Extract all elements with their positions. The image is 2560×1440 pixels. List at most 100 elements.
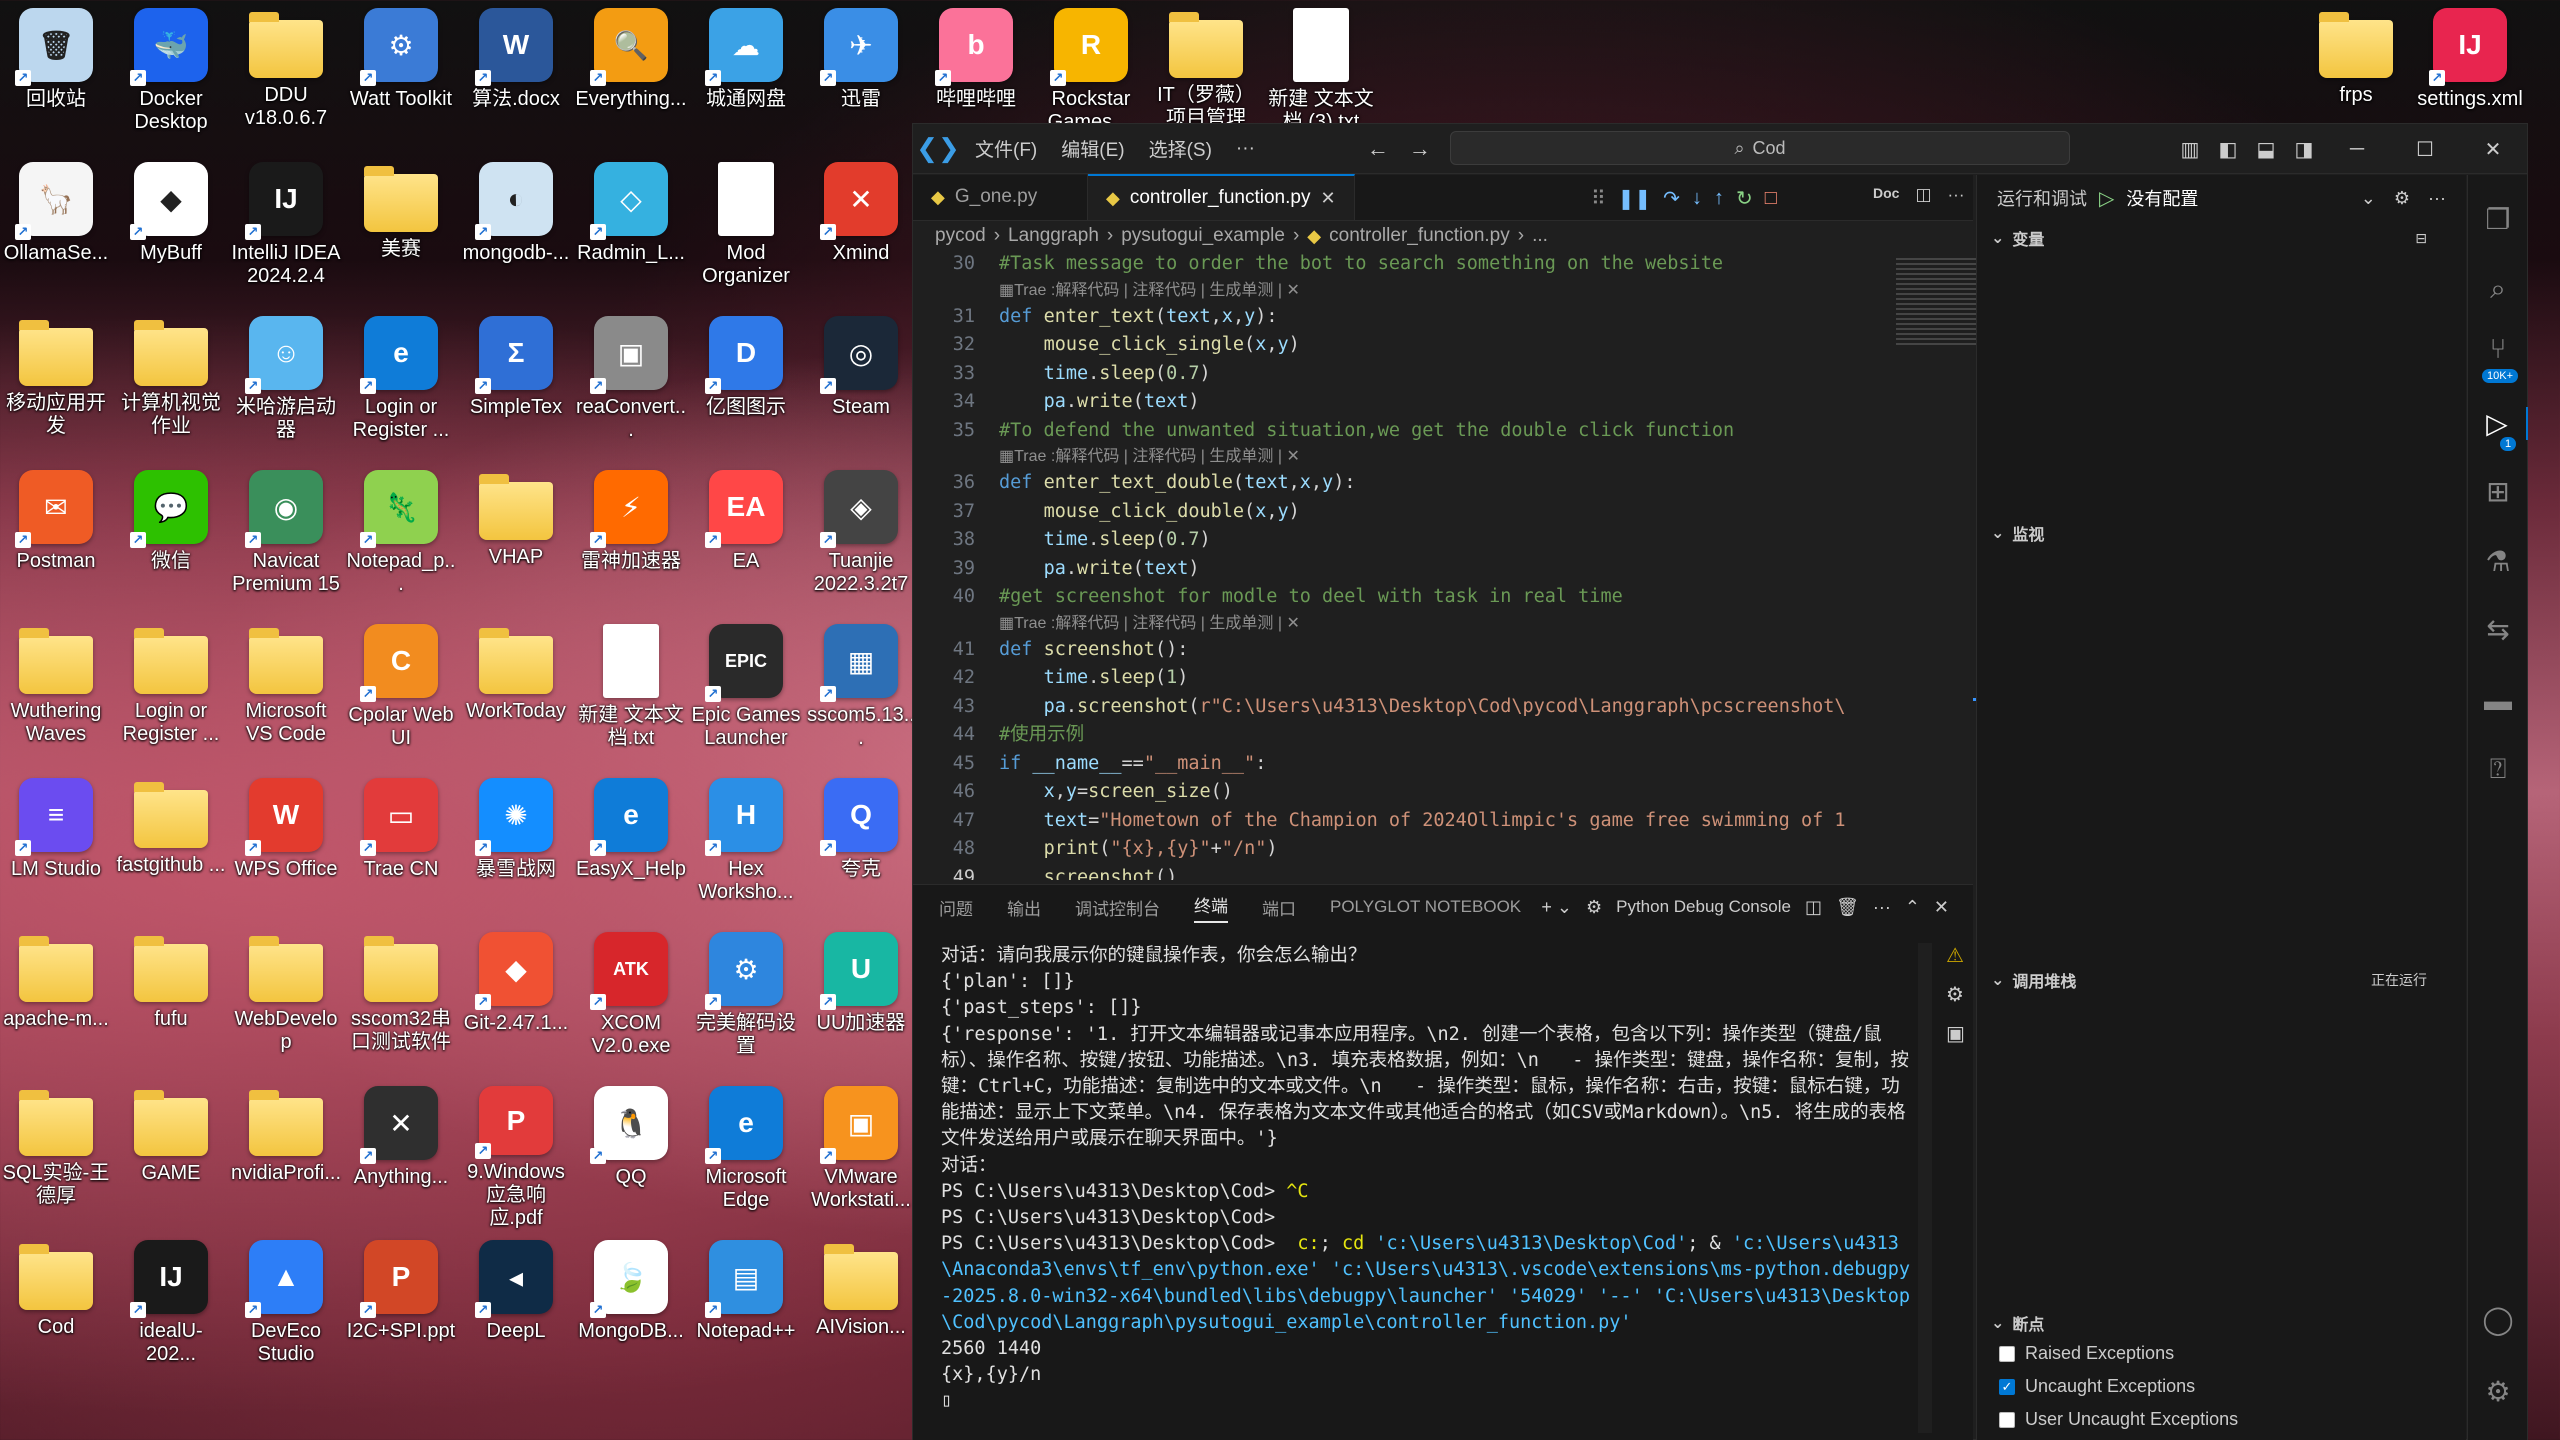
- terminal-name[interactable]: Python Debug Console: [1616, 897, 1791, 917]
- desktop-icon[interactable]: Microsoft VS Code: [230, 618, 342, 768]
- code-line[interactable]: 30 #Task message to order the bot to sear…: [913, 250, 1973, 279]
- code-line[interactable]: 40 #get screenshot for modle to deel with…: [913, 583, 1973, 612]
- menu-selection[interactable]: 选择(S): [1137, 135, 1224, 162]
- desktop-icon[interactable]: CCpolar Web UI: [345, 618, 457, 768]
- desktop-icon[interactable]: eEasyX_Help: [575, 772, 687, 922]
- desktop-icon[interactable]: 🐳Docker Desktop: [115, 2, 227, 152]
- desktop-icon[interactable]: Cod: [0, 1234, 112, 1384]
- breakpoints-section[interactable]: ⌄ 断点: [1977, 1308, 2447, 1338]
- close-panel-icon[interactable]: ✕: [1934, 897, 1949, 918]
- desktop-icon[interactable]: WebDevelop: [230, 926, 342, 1076]
- desktop-icon[interactable]: HHex Worksho...: [690, 772, 802, 922]
- toggle-panel-icon[interactable]: ⬓: [2247, 137, 2285, 162]
- desktop-icon[interactable]: ✕Anything...: [345, 1080, 457, 1230]
- desktop-icon[interactable]: ◐mongodb-...: [460, 156, 572, 306]
- menu-file[interactable]: 文件(F): [963, 135, 1049, 162]
- desktop-icon[interactable]: ≡LM Studio: [0, 772, 112, 922]
- desktop-icon[interactable]: ✈迅雷: [805, 2, 917, 152]
- warning-icon[interactable]: ⚠: [1946, 943, 1965, 968]
- desktop-icon[interactable]: GAME: [115, 1080, 227, 1230]
- more-icon[interactable]: ···: [2428, 188, 2446, 209]
- new-terminal-icon[interactable]: + ⌄: [1541, 897, 1572, 918]
- desktop-icon[interactable]: IJIntelliJ IDEA 2024.2.4: [230, 156, 342, 306]
- breakpoint-uncaught-exceptions[interactable]: ✓ Uncaught Exceptions: [1999, 1376, 2195, 1397]
- desktop-icon[interactable]: 🔍Everything...: [575, 2, 687, 152]
- desktop-icon[interactable]: AIVision...: [805, 1234, 917, 1384]
- tab-controller-function[interactable]: ◆ controller_function.py ✕: [1088, 174, 1355, 220]
- more-actions-icon[interactable]: ···: [1948, 185, 1965, 205]
- variables-section[interactable]: ⌄ 变量 ⊟: [1977, 223, 2447, 253]
- maximize-button[interactable]: ☐: [2391, 137, 2459, 162]
- desktop-icon[interactable]: ▲DevEco Studio: [230, 1234, 342, 1384]
- code-line[interactable]: 41 def screenshot():: [913, 636, 1973, 665]
- desktop-icon[interactable]: ◂DeepL: [460, 1234, 572, 1384]
- desktop-icon[interactable]: ◇Radmin_L...: [575, 156, 687, 306]
- panel-tab[interactable]: 端口: [1262, 895, 1296, 920]
- maximize-panel-icon[interactable]: ⌃: [1905, 897, 1920, 918]
- minimap[interactable]: [1896, 258, 1978, 348]
- gear-icon[interactable]: ⚙: [2394, 188, 2410, 209]
- desktop-icon[interactable]: ◆Git-2.47.1...: [460, 926, 572, 1076]
- desktop-icon[interactable]: ▤Notepad++: [690, 1234, 802, 1384]
- step-over-icon[interactable]: ↷: [1663, 186, 1680, 211]
- terminal-output[interactable]: 对话：请向我展示你的键鼠操作表，你会怎么输出？ {'plan': []} {'p…: [941, 943, 1911, 1433]
- desktop-icon[interactable]: ⚙Watt Toolkit: [345, 2, 457, 152]
- vscode-logo-icon[interactable]: ❮❯: [913, 133, 963, 164]
- code-line[interactable]: 49 screenshot(): [913, 864, 1973, 881]
- tab-g-one[interactable]: ◆ G_one.py: [913, 174, 1088, 220]
- collapse-all-icon[interactable]: ⊟: [2415, 230, 2447, 247]
- desktop-icon[interactable]: PI2C+SPI.ppt: [345, 1234, 457, 1384]
- step-into-icon[interactable]: ↓: [1692, 187, 1702, 210]
- code-line[interactable]: 48 print("{x},{y}"+"/n"): [913, 835, 1973, 864]
- code-line[interactable]: 37 mouse_click_double(x,y): [913, 498, 1973, 527]
- desktop-icon[interactable]: 美赛: [345, 156, 457, 306]
- desktop-icon[interactable]: apache-m...: [0, 926, 112, 1076]
- code-lens[interactable]: ▦Trae :解释代码 | 注释代码 | 生成单测 | ✕: [913, 445, 1973, 469]
- toggle-primary-sidebar-icon[interactable]: ◧: [2209, 137, 2247, 162]
- code-line[interactable]: 45 if __name__=="__main__":: [913, 750, 1973, 779]
- back-arrow-icon[interactable]: ←: [1357, 136, 1399, 162]
- desktop-icon[interactable]: ✺暴雪战网: [460, 772, 572, 922]
- desktop-icon[interactable]: eMicrosoft Edge: [690, 1080, 802, 1230]
- breadcrumb-item[interactable]: Langgraph: [1008, 225, 1099, 247]
- debug-config-select[interactable]: 没有配置: [2126, 185, 2198, 211]
- code-line[interactable]: 38 time.sleep(0.7): [913, 526, 1973, 555]
- terminal-scrollbar[interactable]: [1918, 943, 1932, 1433]
- breadcrumb-item[interactable]: pycod: [935, 225, 986, 247]
- desktop-icon[interactable]: VHAP: [460, 464, 572, 614]
- code-line[interactable]: 31 def enter_text(text,x,y):: [913, 303, 1973, 332]
- layout-customize-icon[interactable]: ▥: [2171, 137, 2209, 162]
- desktop-icon[interactable]: 移动应用开发: [0, 310, 112, 460]
- desktop-icon[interactable]: ◉Navicat Premium 15: [230, 464, 342, 614]
- code-lens[interactable]: ▦Trae :解释代码 | 注释代码 | 生成单测 | ✕: [913, 612, 1973, 636]
- kill-terminal-icon[interactable]: 🗑: [1836, 897, 1859, 918]
- call-stack-section[interactable]: ⌄ 调用堆栈 正在运行: [1977, 965, 2447, 995]
- panel-tab[interactable]: POLYGLOT NOTEBOOK: [1330, 897, 1521, 917]
- restart-icon[interactable]: ↻: [1736, 186, 1753, 211]
- minimize-button[interactable]: ─: [2323, 138, 2391, 161]
- code-lens-text[interactable]: ▦Trae :解释代码 | 注释代码 | 生成单测 | ✕: [999, 279, 1300, 303]
- code-line[interactable]: 35 #To defend the unwanted situation,we g…: [913, 417, 1973, 446]
- start-debug-icon[interactable]: ▷: [2099, 186, 2114, 211]
- desktop-icon[interactable]: EAEA: [690, 464, 802, 614]
- panel-icon[interactable]: ▬: [2468, 685, 2528, 717]
- close-window-button[interactable]: ✕: [2459, 137, 2527, 162]
- desktop-icon[interactable]: ▭Trae CN: [345, 772, 457, 922]
- desktop-icon[interactable]: ✉Postman: [0, 464, 112, 614]
- pause-icon[interactable]: ❚❚: [1618, 186, 1652, 211]
- panel-tab[interactable]: 输出: [1007, 895, 1041, 920]
- testing-icon[interactable]: ⚗: [2468, 545, 2528, 578]
- desktop-icon[interactable]: UUU加速器: [805, 926, 917, 1076]
- desktop-icon[interactable]: eLogin or Register ...: [345, 310, 457, 460]
- desktop-icon[interactable]: W算法.docx: [460, 2, 572, 152]
- code-line[interactable]: 47 text="Hometown of the Champion of 202…: [913, 807, 1973, 836]
- desktop-icon[interactable]: 💬微信: [115, 464, 227, 614]
- remote-icon[interactable]: ⇆: [2468, 613, 2528, 646]
- desktop-icon[interactable]: 计算机视觉作业: [115, 310, 227, 460]
- code-line[interactable]: 39 pa.write(text): [913, 555, 1973, 584]
- drag-handle-icon[interactable]: ⠿: [1591, 186, 1606, 211]
- desktop-icon[interactable]: ⚡雷神加速器: [575, 464, 687, 614]
- code-editor[interactable]: 30 #Task message to order the bot to sear…: [913, 250, 1973, 880]
- code-lens-text[interactable]: ▦Trae :解释代码 | 注释代码 | 生成单测 | ✕: [999, 445, 1300, 469]
- desktop-icon[interactable]: ◆MyBuff: [115, 156, 227, 306]
